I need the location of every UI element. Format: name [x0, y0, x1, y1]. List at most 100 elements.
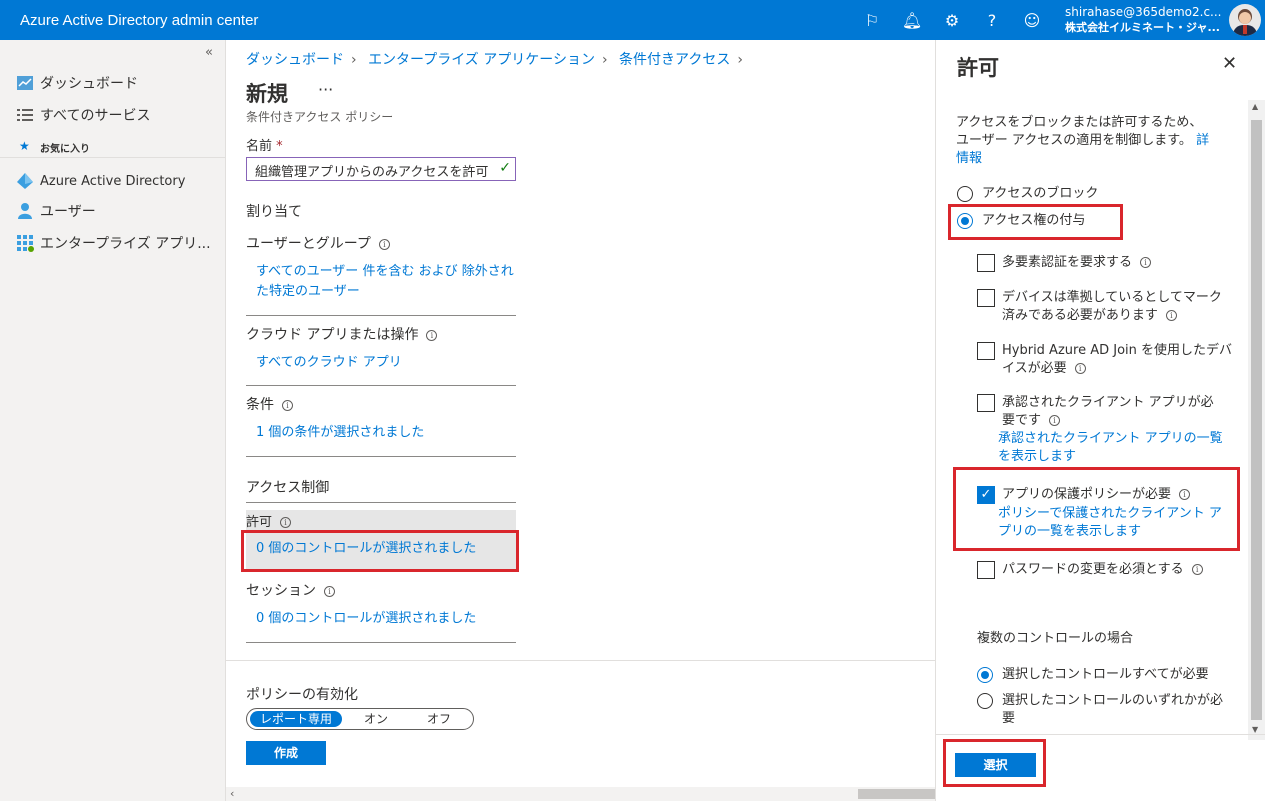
info-icon: i [1140, 257, 1152, 268]
enable-policy-heading: ポリシーの有効化 [246, 687, 358, 703]
cloud-apps-heading: クラウド アプリまたは操作 i [246, 324, 438, 344]
valid-check-icon: ✓ [499, 160, 511, 176]
hybrid-join-label: Hybrid Azure AD Join を使用したデバ イスが必要 i [1002, 343, 1233, 376]
highlight-box [948, 204, 1123, 240]
learn-more-link[interactable]: 詳 [1196, 133, 1209, 148]
nav-item-dashboard[interactable]: ダッシュボード [0, 68, 226, 98]
access-controls-heading: アクセス制御 [246, 480, 330, 496]
session-heading: セッション i [246, 580, 335, 600]
help-icon[interactable]: ? [972, 11, 1012, 30]
divider [246, 385, 516, 386]
password-change-checkbox[interactable] [977, 561, 995, 579]
toggle-off[interactable]: オフ [409, 711, 469, 727]
block-access-radio[interactable] [957, 186, 973, 202]
breadcrumb-dashboard[interactable]: ダッシュボード [246, 52, 344, 68]
list-icon [17, 109, 33, 121]
password-change-label: パスワードの変更を必須とする i [1002, 561, 1203, 579]
favorites-label: お気に入り [40, 144, 90, 155]
page-title: 新規 [246, 82, 288, 106]
nav-item-aad[interactable]: Azure Active Directory [0, 166, 226, 196]
users-link[interactable]: すべてのユーザー 件を含む および 除外され た特定のユーザー [256, 262, 514, 302]
info-icon: i [282, 400, 293, 411]
nav-item-enterprise-apps[interactable]: エンタープライズ アプリ... [0, 228, 226, 258]
require-one-radio[interactable] [977, 693, 993, 709]
conditions-link[interactable]: 1 個の条件が選択されました [256, 423, 424, 443]
info-icon: i [280, 517, 292, 528]
info-icon: i [324, 586, 335, 597]
app-title[interactable]: Azure Active Directory admin center [20, 12, 258, 29]
scroll-down-icon[interactable]: ▼ [1252, 725, 1258, 734]
approved-app-checkbox[interactable] [977, 394, 995, 412]
divider [246, 502, 516, 503]
nav-item-all-services[interactable]: すべてのサービス [0, 100, 226, 130]
mfa-checkbox[interactable] [977, 254, 995, 272]
enable-policy-toggle[interactable]: レポート専用 オン オフ [246, 708, 474, 730]
horizontal-scrollbar[interactable]: ‹ [226, 787, 935, 801]
notifications-icon[interactable]: 🔔︎ [892, 11, 932, 30]
more-button[interactable]: ··· [318, 80, 333, 99]
compliant-device-label: デバイスは準拠しているとしてマーク 済みである必要があります i [1002, 290, 1222, 323]
avatar[interactable] [1229, 4, 1261, 36]
require-all-label: 選択したコントロールすべてが必要 [1002, 667, 1209, 682]
highlight-box [953, 467, 1240, 551]
name-label: 名前 * [246, 139, 283, 154]
required-mark: * [276, 139, 283, 154]
nav-label: ダッシュボード [40, 76, 138, 92]
nav-item-users[interactable]: ユーザー [0, 196, 226, 226]
smiley-icon[interactable]: ☺ [1012, 11, 1052, 30]
require-all-radio[interactable] [977, 667, 993, 683]
collapse-icon[interactable]: « [205, 45, 213, 60]
aad-icon [17, 173, 33, 189]
breadcrumb-enterprise-apps[interactable]: エンタープライズ アプリケーション [368, 52, 595, 68]
nav-label: Azure Active Directory [40, 173, 186, 189]
assignments-heading: 割り当て [246, 204, 302, 220]
info-icon: i [378, 239, 390, 250]
conditions-heading: 条件 i [246, 394, 293, 414]
feedback-icon[interactable]: ⚐ [852, 11, 892, 30]
panel-footer-divider [936, 734, 1265, 735]
page-subtitle: 条件付きアクセス ポリシー [246, 110, 394, 124]
highlight-box [241, 530, 519, 572]
divider [246, 456, 516, 457]
toggle-on[interactable]: オン [347, 711, 405, 727]
panel-scrollbar[interactable]: ▲ ▼ [1248, 100, 1265, 740]
settings-icon[interactable]: ⚙ [932, 11, 972, 30]
approved-app-list-link[interactable]: 承認されたクライアント アプリの一覧 を表示します [998, 430, 1223, 466]
highlight-box [943, 739, 1046, 787]
scroll-thumb[interactable] [1251, 120, 1262, 720]
grant-heading: 許可 i [246, 511, 292, 530]
compliant-device-checkbox[interactable] [977, 289, 995, 307]
toggle-report-only[interactable]: レポート専用 [250, 711, 342, 727]
panel-title: 許可 [957, 56, 999, 80]
session-link[interactable]: 0 個のコントロールが選択されました [256, 609, 476, 629]
approved-app-label: 承認されたクライアント アプリが必 要です i [1002, 395, 1214, 428]
user-icon [18, 203, 32, 219]
panel-description: アクセスをブロックまたは許可するため、 ユーザー アクセスの適用を制御します。 … [956, 115, 1210, 166]
learn-more-link-cont[interactable]: 情報 [956, 151, 982, 166]
close-icon[interactable]: ✕ [1222, 53, 1237, 74]
cloud-apps-link[interactable]: すべてのクラウド アプリ [256, 353, 402, 373]
scroll-up-icon[interactable]: ▲ [1252, 102, 1258, 111]
section-divider [226, 660, 935, 661]
nav-label: ユーザー [40, 204, 96, 220]
create-button[interactable]: 作成 [246, 741, 326, 765]
hybrid-join-checkbox[interactable] [977, 342, 995, 360]
user-account[interactable]: shirahase@365demo2.c... 株式会社イルミネート・ジャ... [1065, 4, 1222, 36]
policy-name-input[interactable]: 組織管理アプリからのみアクセスを許可 ✓ [246, 157, 516, 181]
left-nav: « ダッシュボード すべてのサービス ★ お気に入り Azure Active … [0, 40, 226, 801]
require-one-label: 選択したコントロールのいずれかが必 要 [1002, 693, 1224, 726]
users-heading: ユーザーとグループ i [246, 233, 390, 253]
breadcrumb-conditional-access[interactable]: 条件付きアクセス [619, 52, 730, 68]
info-icon: i [426, 330, 438, 341]
user-email: shirahase@365demo2.c... [1065, 5, 1222, 19]
apps-grid-icon [17, 235, 34, 252]
main-content: ダッシュボード › エンタープライズ アプリケーション › 条件付きアクセス › 新規… [226, 40, 935, 801]
grant-panel: 許可 ✕ アクセスをブロックまたは許可するため、 ユーザー アクセスの適用を制御… [935, 40, 1265, 801]
info-icon: i [1049, 415, 1061, 426]
nav-label: エンタープライズ アプリ... [40, 236, 211, 252]
info-icon: i [1191, 564, 1203, 575]
info-icon: i [1165, 310, 1177, 321]
scroll-left-icon[interactable]: ‹ [230, 787, 234, 800]
scroll-thumb[interactable] [858, 789, 935, 799]
info-icon: i [1074, 363, 1086, 374]
